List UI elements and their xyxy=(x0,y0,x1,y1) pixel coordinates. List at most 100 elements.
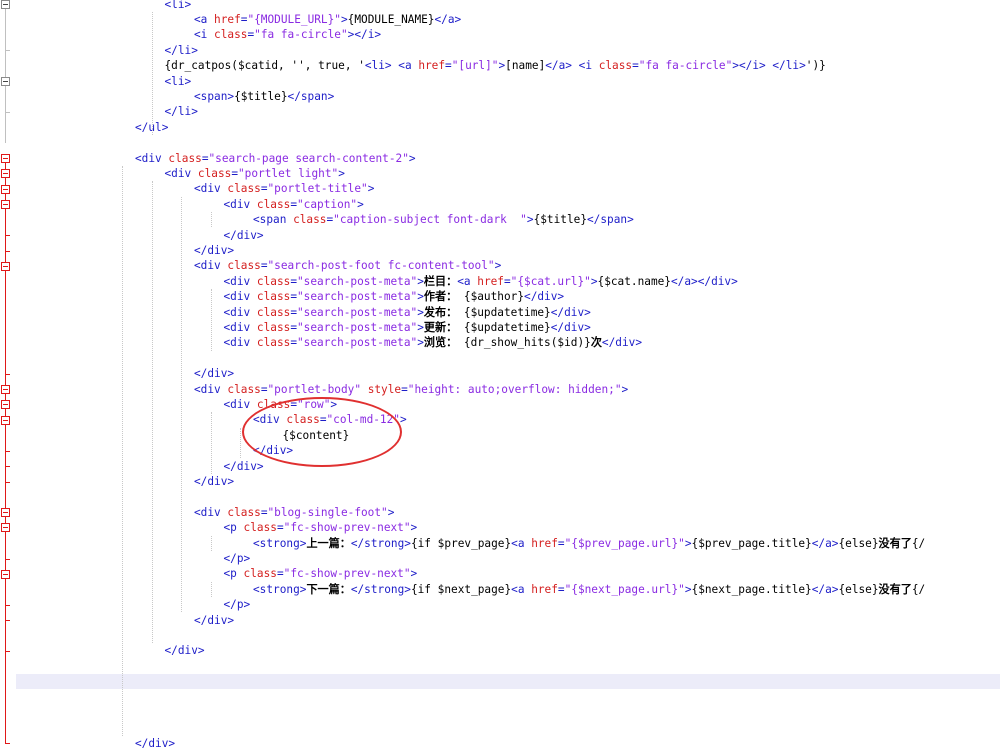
code-line[interactable]: <div class="search-post-meta">发布： {$upda… xyxy=(16,305,1000,320)
code-text: <div class="blog-single-foot"> xyxy=(194,505,394,520)
code-line[interactable] xyxy=(16,690,1000,705)
code-line[interactable] xyxy=(16,720,1000,735)
code-line[interactable]: <div class="blog-single-foot"> xyxy=(16,505,1000,520)
code-line[interactable]: </li> xyxy=(16,43,1000,58)
code-line[interactable] xyxy=(16,659,1000,674)
code-line[interactable]: <div class="search-post-meta">浏览： {dr_sh… xyxy=(16,335,1000,350)
code-line[interactable] xyxy=(16,489,1000,504)
code-line[interactable]: </div> xyxy=(16,736,1000,751)
code-line[interactable]: <div class="caption"> xyxy=(16,197,1000,212)
token-tag: <div xyxy=(223,336,257,350)
code-text: </div> xyxy=(135,736,175,751)
token-txt: {$content} xyxy=(282,428,350,442)
code-line[interactable] xyxy=(16,628,1000,643)
code-line[interactable]: </div> xyxy=(16,243,1000,258)
token-attr: class xyxy=(227,382,261,396)
code-text: <p class="fc-show-prev-next"> xyxy=(224,520,418,535)
token-tag: </div> xyxy=(601,336,642,350)
token-tag: = xyxy=(557,582,565,596)
token-tag: </a> xyxy=(811,536,839,550)
code-line[interactable]: <div class="search-post-meta">作者： {$auth… xyxy=(16,289,1000,304)
token-tag: > xyxy=(408,151,416,165)
token-txt: {$next_page.title} xyxy=(691,582,812,596)
token-str: "search-page search-content-2" xyxy=(208,151,409,165)
code-line[interactable]: <div class="portlet-body" style="height:… xyxy=(16,382,1000,397)
code-text: <div class="search-post-meta">作者： {$auth… xyxy=(224,289,565,304)
code-line[interactable]: <i class="fa fa-circle"></i> xyxy=(16,27,1000,42)
code-line[interactable]: </li> xyxy=(16,104,1000,119)
code-line[interactable]: </div> xyxy=(16,613,1000,628)
code-line[interactable]: <a href="{MODULE_URL}">{MODULE_NAME}</a> xyxy=(16,12,1000,27)
token-tag: = xyxy=(260,259,268,273)
code-text: <a href="{MODULE_URL}">{MODULE_NAME}</a> xyxy=(194,12,461,27)
indent-guide xyxy=(210,412,212,474)
indent-guide xyxy=(210,581,212,598)
code-line[interactable] xyxy=(16,705,1000,720)
indent-guide xyxy=(210,535,212,551)
code-line[interactable]: </ul> xyxy=(16,120,1000,135)
code-line[interactable]: <div class="portlet light"> xyxy=(16,166,1000,181)
indent-guide xyxy=(210,289,212,351)
token-tag: <a xyxy=(457,274,478,288)
token-str: "[url]" xyxy=(451,59,499,73)
token-cjk: 浏览： xyxy=(423,336,458,350)
code-line[interactable]: <div class="search-post-meta">栏目：<a href… xyxy=(16,274,1000,289)
code-line[interactable]: <li> xyxy=(16,74,1000,89)
code-line[interactable]: </div> xyxy=(16,474,1000,489)
code-line[interactable]: <div class="portlet-title"> xyxy=(16,181,1000,196)
code-line[interactable]: <div class="search-post-meta">更新： {$upda… xyxy=(16,320,1000,335)
token-tag: <i xyxy=(194,28,215,42)
token-tag: > xyxy=(340,12,348,26)
token-str: "portlet-body" xyxy=(267,382,368,396)
code-editor[interactable]: <li> <a href="{MODULE_URL}">{MODULE_NAME}… xyxy=(0,0,1000,750)
code-line[interactable]: <div class="row"> xyxy=(16,397,1000,412)
code-line[interactable]: </p> xyxy=(16,597,1000,612)
code-line[interactable]: <strong>上一篇：</strong>{if $prev_page}<a h… xyxy=(16,536,1000,551)
code-line[interactable]: <li> xyxy=(16,0,1000,12)
code-line[interactable]: </div> xyxy=(16,459,1000,474)
code-line[interactable]: </div> xyxy=(16,228,1000,243)
token-txt: {/ xyxy=(911,582,926,596)
token-txt: [name] xyxy=(505,59,546,73)
code-line[interactable]: </div> xyxy=(16,643,1000,658)
code-line[interactable]: <span>{$title}</span> xyxy=(16,89,1000,104)
token-attr: class xyxy=(197,166,232,180)
code-text: <div class="search-post-meta">发布： {$upda… xyxy=(224,305,591,320)
token-tag: </div> xyxy=(135,736,176,750)
code-text: <div class="search-page search-content-2… xyxy=(135,151,416,166)
token-tag: <div xyxy=(223,274,257,288)
token-str: "search-post-meta" xyxy=(297,274,418,288)
current-line[interactable] xyxy=(16,674,1000,690)
code-line[interactable]: </div> xyxy=(16,443,1000,458)
token-tag: <strong> xyxy=(253,536,307,550)
code-text: </li> xyxy=(165,104,198,119)
code-line[interactable]: <span class="caption-subject font-dark "… xyxy=(16,212,1000,227)
code-text: </div> xyxy=(194,366,234,381)
token-tag: <div xyxy=(223,397,257,411)
code-text: <p class="fc-show-prev-next"> xyxy=(224,566,418,581)
token-tag: > xyxy=(417,290,424,304)
code-line[interactable]: <p class="fc-show-prev-next"> xyxy=(16,520,1000,535)
code-line[interactable]: <strong>下一篇：</strong>{if $next_page}<a h… xyxy=(16,582,1000,597)
token-tag: = xyxy=(319,413,327,427)
code-line[interactable]: </p> xyxy=(16,551,1000,566)
code-line[interactable]: <p class="fc-show-prev-next"> xyxy=(16,566,1000,581)
code-text: <i class="fa fa-circle"></i> xyxy=(194,27,381,42)
token-txt: {/ xyxy=(911,536,926,550)
code-text: </li> xyxy=(165,43,198,58)
code-line[interactable] xyxy=(16,135,1000,150)
code-text: </div> xyxy=(194,474,234,489)
code-line[interactable] xyxy=(16,351,1000,366)
code-line[interactable]: {$content} xyxy=(16,428,1000,443)
token-tag: > xyxy=(387,505,395,519)
token-tag: </div> xyxy=(550,320,591,334)
code-line[interactable]: <div class="search-post-foot fc-content-… xyxy=(16,258,1000,273)
code-line[interactable]: <div class="search-page search-content-2… xyxy=(16,151,1000,166)
token-tag: </div> xyxy=(223,228,264,242)
code-line[interactable]: </div> xyxy=(16,366,1000,381)
token-txt: {dr_show_hits($id)} xyxy=(457,336,591,350)
code-line[interactable]: {dr_catpos($catid, '', true, '<li> <a hr… xyxy=(16,58,1000,73)
token-attr: class xyxy=(227,505,261,519)
code-line[interactable]: <div class="col-md-12"> xyxy=(16,412,1000,427)
code-text: <div class="col-md-12"> xyxy=(253,412,407,427)
